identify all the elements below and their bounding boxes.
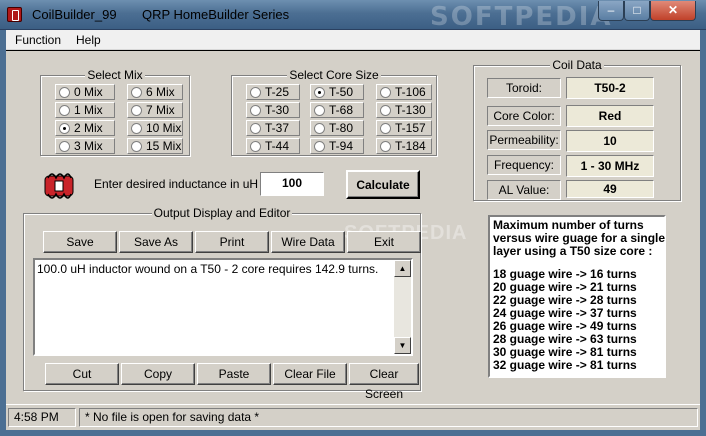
save-button[interactable]: Save: [43, 231, 117, 253]
window-title-series: QRP HomeBuilder Series: [142, 7, 290, 22]
minimize-button[interactable]: –: [598, 1, 624, 21]
inductance-label: Enter desired inductance in uH :: [94, 177, 265, 191]
radio-dot-icon: [250, 87, 261, 98]
radio-mix-10[interactable]: 10 Mix: [127, 120, 183, 136]
radio-dot-icon: [131, 123, 142, 134]
exit-button[interactable]: Exit: [347, 231, 421, 253]
output-title: Output Display and Editor: [151, 206, 293, 220]
radio-core-t80[interactable]: T-80: [310, 120, 364, 136]
core-color-label: Core Color:: [487, 106, 561, 126]
close-button[interactable]: ✕: [650, 1, 696, 21]
radio-core-t44[interactable]: T-44: [246, 138, 300, 154]
radio-dot-icon: [250, 123, 261, 134]
vertical-scrollbar[interactable]: ▲ ▼: [394, 260, 411, 354]
turns-header-line: layer using a T50 size core :: [493, 244, 653, 258]
radio-core-t106[interactable]: T-106: [376, 84, 432, 100]
cut-button[interactable]: Cut: [45, 363, 119, 385]
radio-dot-icon: [131, 87, 142, 98]
radio-dot-icon: [314, 141, 325, 152]
menu-bar: Function Help: [6, 30, 700, 50]
output-text: 100.0 uH inductor wound on a T50 - 2 cor…: [37, 262, 379, 276]
radio-mix-1[interactable]: 1 Mix: [55, 102, 115, 118]
radio-dot-icon: [131, 141, 142, 152]
turns-row: 32 guage wire -> 81 turns: [493, 358, 637, 372]
radio-mix-0[interactable]: 0 Mix: [55, 84, 115, 100]
radio-mix-2[interactable]: 2 Mix: [55, 120, 115, 136]
wire-data-button[interactable]: Wire Data: [271, 231, 345, 253]
radio-core-t157[interactable]: T-157: [376, 120, 432, 136]
print-button[interactable]: Print: [195, 231, 269, 253]
softpedia-watermark: SOFTPEDIA: [430, 2, 613, 32]
permeability-label: Permeability:: [487, 130, 561, 150]
inductance-input[interactable]: 100: [260, 172, 324, 196]
window-title-app: CoilBuilder_99: [32, 7, 117, 22]
select-mix-group: Select Mix 0 Mix 6 Mix 1 Mix 7 Mix 2 Mix…: [40, 68, 190, 156]
radio-core-t184[interactable]: T-184: [376, 138, 432, 154]
radio-dot-icon: [59, 87, 70, 98]
app-icon[interactable]: [7, 7, 22, 22]
client-area: Select Mix 0 Mix 6 Mix 1 Mix 7 Mix 2 Mix…: [6, 51, 700, 404]
paste-button[interactable]: Paste: [197, 363, 271, 385]
radio-dot-icon: [314, 105, 325, 116]
window-frame-right: [700, 30, 706, 436]
turns-display: Maximum number of turns versus wire guag…: [488, 215, 666, 378]
radio-dot-icon: [131, 105, 142, 116]
radio-dot-icon: [380, 105, 391, 116]
window-frame-bottom: [0, 430, 706, 436]
radio-dot-icon: [380, 141, 391, 152]
radio-dot-selected-icon: [59, 123, 70, 134]
radio-core-t50[interactable]: T-50: [310, 84, 364, 100]
clear-screen-button[interactable]: Clear Screen: [349, 363, 419, 401]
radio-core-t130[interactable]: T-130: [376, 102, 432, 118]
radio-dot-icon: [250, 105, 261, 116]
status-time: 4:58 PM: [8, 408, 76, 427]
radio-dot-icon: [59, 141, 70, 152]
copy-button[interactable]: Copy: [121, 363, 195, 385]
status-bar: 4:58 PM * No file is open for saving dat…: [6, 404, 700, 430]
radio-dot-icon: [59, 105, 70, 116]
radio-core-t37[interactable]: T-37: [246, 120, 300, 136]
core-color-value: Red: [566, 105, 654, 127]
radio-core-t25[interactable]: T-25: [246, 84, 300, 100]
radio-dot-selected-icon: [314, 87, 325, 98]
coil-data-group: Coil Data Toroid: T50-2 Core Color: Red …: [473, 58, 681, 201]
calculate-button[interactable]: Calculate: [346, 170, 420, 199]
coil-data-title: Coil Data: [550, 58, 604, 72]
radio-core-t30[interactable]: T-30: [246, 102, 300, 118]
permeability-value: 10: [566, 130, 654, 152]
radio-dot-icon: [380, 123, 391, 134]
status-message: * No file is open for saving data *: [79, 408, 698, 427]
select-core-title: Select Core Size: [287, 68, 381, 82]
output-textarea[interactable]: 100.0 uH inductor wound on a T50 - 2 cor…: [33, 258, 413, 356]
radio-mix-3[interactable]: 3 Mix: [55, 138, 115, 154]
select-core-group: Select Core Size T-25 T-50 T-106 T-30 T-…: [231, 68, 437, 156]
output-group: Output Display and Editor Save Save As P…: [23, 206, 421, 401]
radio-dot-icon: [250, 141, 261, 152]
radio-dot-icon: [380, 87, 391, 98]
radio-dot-icon: [314, 123, 325, 134]
coil-icon: [44, 173, 74, 199]
clear-file-button[interactable]: Clear File: [273, 363, 347, 385]
title-bar: CoilBuilder_99 QRP HomeBuilder Series SO…: [0, 0, 706, 32]
radio-core-t68[interactable]: T-68: [310, 102, 364, 118]
radio-core-t94[interactable]: T-94: [310, 138, 364, 154]
menu-function[interactable]: Function: [15, 33, 61, 47]
save-as-button[interactable]: Save As: [119, 231, 193, 253]
al-value-label: AL Value:: [487, 180, 561, 200]
toroid-value: T50-2: [566, 77, 654, 99]
radio-mix-6[interactable]: 6 Mix: [127, 84, 183, 100]
al-value-value: 49: [566, 180, 654, 198]
radio-mix-7[interactable]: 7 Mix: [127, 102, 183, 118]
toroid-label: Toroid:: [487, 78, 561, 98]
frequency-label: Frequency:: [487, 155, 561, 175]
scroll-up-icon[interactable]: ▲: [394, 260, 411, 277]
scroll-down-icon[interactable]: ▼: [394, 337, 411, 354]
maximize-button[interactable]: □: [624, 1, 650, 21]
select-mix-title: Select Mix: [85, 68, 145, 82]
radio-mix-15[interactable]: 15 Mix: [127, 138, 183, 154]
frequency-value: 1 - 30 MHz: [566, 155, 654, 177]
menu-help[interactable]: Help: [76, 33, 101, 47]
